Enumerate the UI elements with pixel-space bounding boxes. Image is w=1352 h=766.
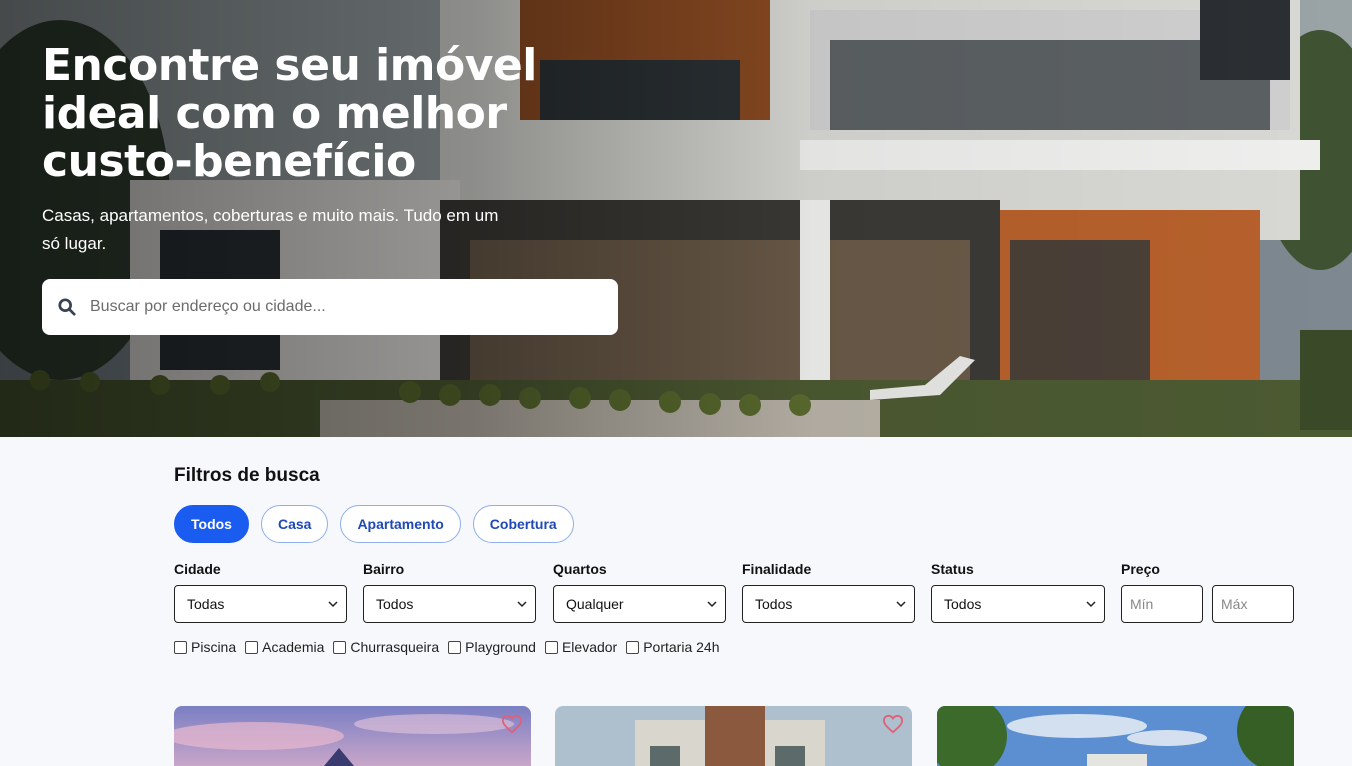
chevron-down-icon (896, 601, 906, 608)
property-card[interactable] (937, 706, 1294, 766)
checkbox-label: Playground (465, 639, 536, 655)
chevron-down-icon (707, 601, 717, 608)
checkbox[interactable] (333, 640, 347, 654)
amenity-checkboxes: Piscina Academia Churrasqueira Playgroun… (174, 639, 720, 655)
checkbox-label: Churrasqueira (350, 639, 440, 655)
bairro-select[interactable]: Todos (363, 585, 536, 623)
property-image (937, 706, 1294, 766)
checkbox[interactable] (448, 640, 462, 654)
field-finalidade: Finalidade Todos (742, 561, 915, 623)
property-image (174, 706, 531, 766)
hero-title: Encontre seu imóvel ideal com o melhor c… (42, 42, 562, 186)
hero-title-line: Encontre seu imóvel (42, 40, 537, 91)
chevron-down-icon (517, 601, 527, 608)
finalidade-select[interactable]: Todos (742, 585, 915, 623)
field-label: Status (931, 561, 974, 577)
heart-icon[interactable] (882, 714, 904, 734)
field-preco: Preço (1121, 561, 1294, 623)
checkbox[interactable] (626, 640, 640, 654)
search-bar[interactable] (42, 279, 618, 335)
field-bairro: Bairro Todos (363, 561, 536, 623)
checkbox[interactable] (174, 640, 187, 654)
checkbox[interactable] (544, 640, 558, 654)
field-label: Preço (1121, 561, 1160, 577)
price-range (1121, 585, 1294, 623)
amenity-elevador[interactable]: Elevador (544, 639, 618, 655)
select-value: Todas (187, 596, 225, 612)
checkbox[interactable] (245, 640, 259, 654)
property-card[interactable] (555, 706, 912, 766)
filters-title: Filtros de busca (174, 465, 320, 486)
search-icon (58, 298, 76, 316)
select-value: Todos (944, 596, 982, 612)
field-quartos: Quartos Qualquer (553, 561, 726, 623)
checkbox-label: Elevador (561, 639, 618, 655)
type-chips: Todos Casa Apartamento Cobertura (174, 505, 1294, 543)
price-min-input[interactable] (1121, 585, 1203, 623)
field-label: Cidade (174, 561, 221, 577)
checkbox-label: Portaria 24h (643, 639, 720, 655)
chip-apartamento[interactable]: Apartamento (340, 505, 461, 543)
amenity-piscina[interactable]: Piscina (174, 639, 236, 655)
field-label: Bairro (363, 561, 405, 577)
search-input[interactable] (90, 298, 570, 316)
chip-cobertura[interactable]: Cobertura (472, 505, 574, 543)
status-select[interactable]: Todos (931, 585, 1105, 623)
amenity-playground[interactable]: Playground (448, 639, 536, 655)
field-cidade: Cidade Todas (174, 561, 347, 623)
cidade-select[interactable]: Todas (174, 585, 347, 623)
select-value: Qualquer (566, 596, 624, 612)
select-value: Todos (755, 596, 793, 612)
checkbox-label: Academia (262, 639, 325, 655)
property-card[interactable] (174, 706, 531, 766)
property-cards (174, 706, 1294, 766)
field-label: Quartos (553, 561, 607, 577)
chevron-down-icon (328, 601, 338, 608)
hero-banner: Encontre seu imóvel ideal com o melhor c… (0, 0, 1352, 437)
filter-fields: Cidade Todas Bairro Todos Quartos Qualqu… (174, 561, 1294, 623)
chip-casa[interactable]: Casa (260, 505, 329, 543)
checkbox-label: Piscina (191, 639, 237, 655)
amenity-portaria-24h[interactable]: Portaria 24h (626, 639, 720, 655)
field-status: Status Todos (931, 561, 1105, 623)
hero-title-line: custo-benefício (42, 136, 416, 187)
chip-todos[interactable]: Todos (174, 505, 249, 543)
hero-title-line: ideal com o melhor (42, 88, 507, 139)
hero-subtitle: Casas, apartamentos, coberturas e muito … (42, 206, 499, 253)
select-value: Todos (376, 596, 414, 612)
amenity-academia[interactable]: Academia (245, 639, 324, 655)
filters-section: Filtros de busca Todos Casa Apartamento … (174, 437, 1294, 655)
field-label: Finalidade (742, 561, 812, 577)
price-max-input[interactable] (1212, 585, 1294, 623)
chevron-down-icon (1086, 601, 1096, 608)
amenity-churrasqueira[interactable]: Churrasqueira (333, 639, 439, 655)
quartos-select[interactable]: Qualquer (553, 585, 726, 623)
heart-icon[interactable] (501, 714, 523, 734)
property-image (555, 706, 912, 766)
